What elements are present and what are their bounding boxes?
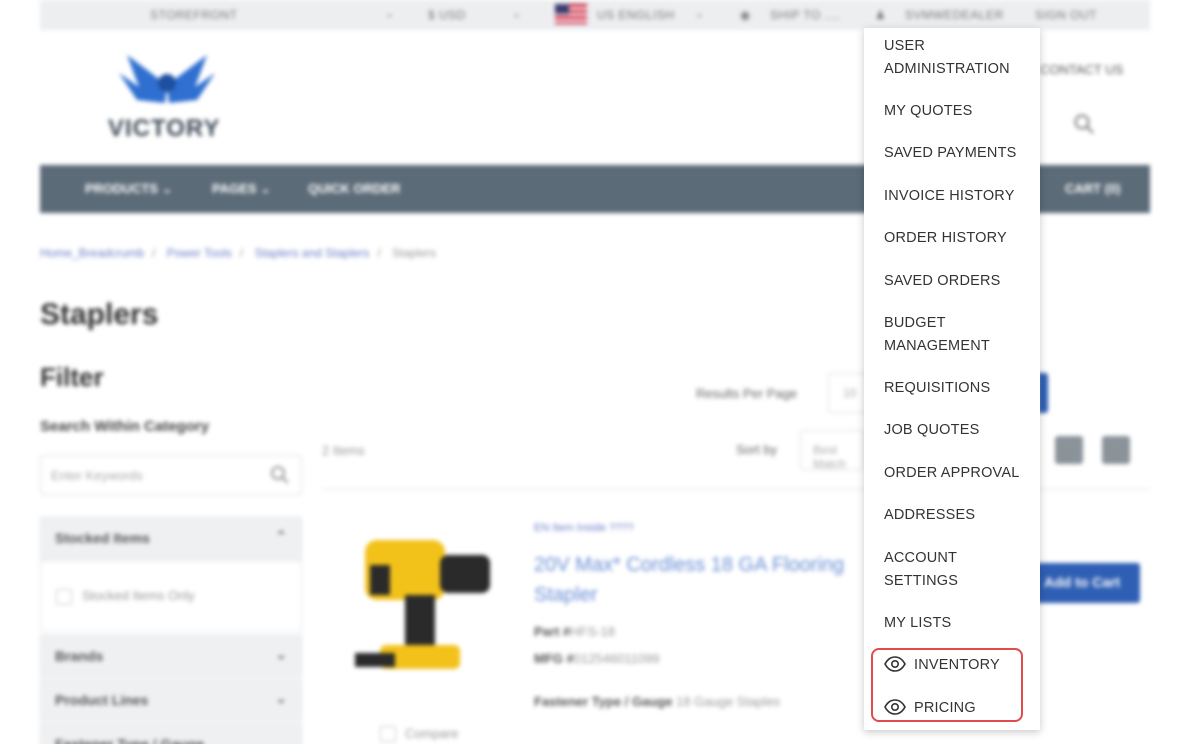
facet-product-lines[interactable]: Product Lines ⌄ (40, 679, 302, 721)
sort-by-select[interactable]: Best Match (800, 430, 864, 471)
user-account-menu[interactable]: SVMWEDEALER (905, 8, 1004, 22)
user-icon: ♟ (875, 8, 887, 22)
search-icon[interactable] (270, 465, 290, 485)
product-part-number: Part #HFS-18 (534, 624, 615, 639)
nav-products-label: PRODUCTS (85, 181, 158, 196)
utility-bar: STOREFRONT ⌄ $ USD ⌄ US ENGLISH ⌄ ◉ SHIP… (40, 0, 1150, 30)
us-flag-icon (555, 4, 587, 24)
chevron-down-icon: ⌄ (275, 646, 287, 662)
facet-label: Product Lines (55, 692, 149, 708)
breadcrumb-separator: / (377, 246, 381, 260)
wings-icon (119, 55, 215, 103)
nav-quick-order[interactable]: QUICK ORDER (308, 181, 400, 196)
highlight-annotation-box (871, 648, 1023, 722)
page-title: Staplers (40, 298, 159, 331)
part-label: Part # (534, 624, 571, 639)
contact-us-link[interactable]: CONTACT US (1040, 62, 1123, 77)
stocked-items-checkbox[interactable] (56, 589, 72, 605)
menu-item-requisitions[interactable]: REQUISITIONS (884, 377, 1034, 400)
menu-item-order-approval[interactable]: ORDER APPROVAL (884, 462, 1034, 485)
product-sku-link[interactable]: EN Item Inside ???? (534, 522, 634, 534)
items-count: 2 Items (322, 443, 365, 458)
facet-option-label: Stocked Items Only (82, 588, 195, 603)
storefront-link[interactable]: STOREFRONT (150, 8, 237, 22)
breadcrumb-item[interactable]: Home_Breadcrumb (40, 246, 144, 260)
language-selector[interactable]: US ENGLISH (597, 8, 675, 22)
chevron-up-icon: ⌃ (275, 528, 287, 544)
sign-out-link[interactable]: SIGN OUT (1035, 8, 1097, 22)
menu-item-order-history[interactable]: ORDER HISTORY (884, 227, 1034, 250)
fastener-label: Fastener Type / Gauge (534, 694, 673, 709)
currency-selector[interactable]: $ USD (428, 8, 466, 22)
menu-item-account-settings[interactable]: ACCOUNT SETTINGS (884, 547, 1034, 592)
menu-item-my-lists[interactable]: MY LISTS (884, 612, 1034, 635)
globe-icon: ◉ (740, 8, 751, 22)
facet-stocked-items[interactable]: Stocked Items ⌃ (40, 517, 302, 563)
list-view-icon[interactable] (1102, 436, 1130, 464)
chevron-down-icon: ⌄ (275, 690, 287, 706)
menu-item-user-administration[interactable]: USER ADMINISTRATION (884, 35, 1034, 80)
facet-brands[interactable]: Brands ⌄ (40, 635, 302, 677)
mfg-label: MFG # (534, 651, 574, 666)
keyword-search-input[interactable]: Enter Keywords (40, 455, 302, 495)
logo-text: VICTORY (108, 115, 221, 142)
ship-to-label: SHIP TO (770, 8, 821, 22)
ship-to-link[interactable]: SHIP TO .... (770, 8, 840, 22)
breadcrumb: Home_Breadcrumb / Power Tools / Staplers a… (40, 246, 436, 260)
compare-label: Compare (405, 726, 459, 741)
chevron-down-icon: ⌄ (695, 8, 705, 20)
product-mfg-number: MFG #012546011099 (534, 651, 660, 666)
add-to-cart-button[interactable]: Add to Cart (1036, 563, 1140, 603)
mfg-value: 012546011099 (573, 651, 660, 666)
nav-pages[interactable]: PAGES ⌄ (212, 181, 271, 197)
grid-view-icon[interactable] (1055, 436, 1083, 464)
currency-label: USD (439, 8, 466, 22)
facet-label: Stocked Items (55, 530, 150, 546)
results-per-page-label: Results Per Page (696, 386, 798, 401)
menu-item-job-quotes[interactable]: JOB QUOTES (884, 419, 1034, 442)
breadcrumb-item[interactable]: Staplers and Staplers (255, 246, 370, 260)
victory-logo[interactable]: VICTORY (105, 55, 225, 142)
nav-products[interactable]: PRODUCTS ⌄ (85, 181, 172, 197)
chevron-down-icon: ⌄ (512, 8, 522, 20)
chevron-down-icon: ⌄ (385, 8, 395, 20)
breadcrumb-separator: / (152, 246, 156, 260)
account-dropdown-menu: USER ADMINISTRATION MY QUOTES SAVED PAYM… (864, 28, 1040, 730)
product-fastener-type: Fastener Type / Gauge 18 Gauge Staples (534, 694, 780, 709)
product-title-link[interactable]: 20V Max* Cordless 18 GA Flooring Stapler (534, 550, 864, 610)
sort-by-label: Sort by (736, 442, 778, 457)
menu-item-budget-management[interactable]: BUDGET MANAGEMENT (884, 312, 1034, 357)
part-value: HFS-18 (570, 624, 615, 639)
menu-item-invoice-history[interactable]: INVOICE HISTORY (884, 185, 1034, 208)
facet-label: Fastener Type / Gauge (55, 736, 205, 744)
nav-pages-label: PAGES (212, 181, 257, 196)
breadcrumb-separator: / (239, 246, 244, 260)
filter-title: Filter (40, 362, 104, 392)
facet-label: Brands (55, 648, 104, 664)
nav-cart[interactable]: CART (0) (1065, 181, 1121, 196)
menu-item-addresses[interactable]: ADDRESSES (884, 504, 1034, 527)
fastener-value: 18 Gauge Staples (676, 694, 781, 709)
breadcrumb-item[interactable]: Power Tools (167, 246, 232, 260)
menu-item-saved-orders[interactable]: SAVED ORDERS (884, 270, 1034, 293)
menu-item-my-quotes[interactable]: MY QUOTES (884, 100, 1034, 123)
compare-checkbox[interactable] (380, 726, 396, 742)
facet-fastener-type[interactable]: Fastener Type / Gauge (40, 723, 302, 744)
menu-item-saved-payments[interactable]: SAVED PAYMENTS (884, 142, 1034, 165)
search-icon[interactable] (1073, 113, 1095, 135)
product-image[interactable] (345, 525, 500, 695)
search-within-category-label: Search Within Category (40, 418, 210, 435)
results-per-page-select[interactable]: 10 (828, 373, 868, 413)
breadcrumb-current: Staplers (392, 246, 437, 260)
